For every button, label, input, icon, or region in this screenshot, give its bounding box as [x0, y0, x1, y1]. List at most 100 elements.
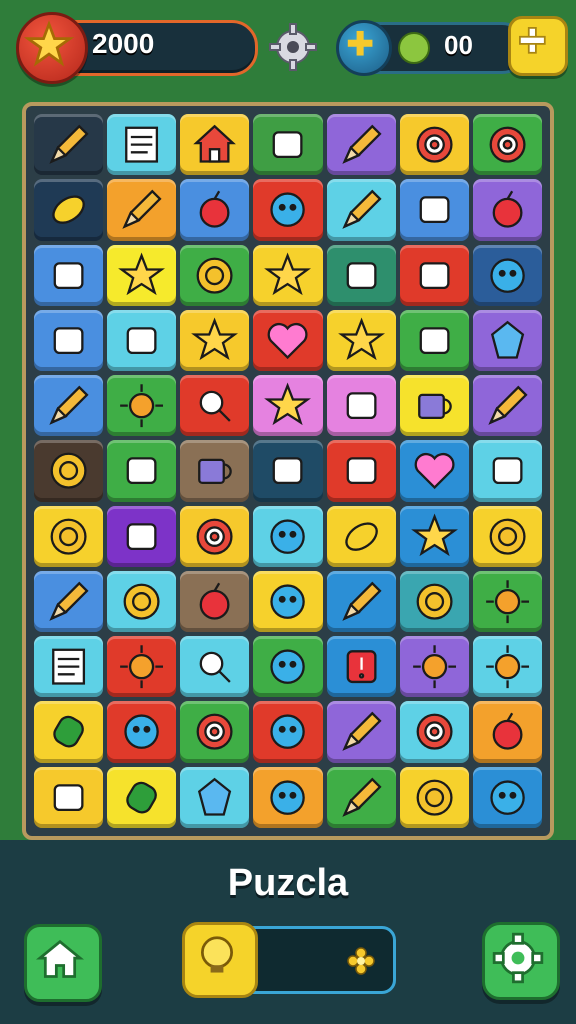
- settings-button[interactable]: [482, 922, 560, 1000]
- tile-planet-icon[interactable]: [472, 766, 542, 828]
- tile-crystal-icon[interactable]: [180, 766, 250, 828]
- lightbulb-icon[interactable]: [182, 922, 258, 998]
- thumb-icon: [273, 457, 303, 485]
- tile-face-icon[interactable]: [472, 244, 542, 306]
- tile-pencil-icon[interactable]: [326, 766, 396, 828]
- tile-folder-icon[interactable]: [399, 244, 469, 306]
- tile-planet-icon[interactable]: [253, 766, 323, 828]
- tile-apple-icon[interactable]: [472, 179, 542, 241]
- tile-berry-icon[interactable]: [180, 179, 250, 241]
- tile-can-icon[interactable]: [107, 766, 177, 828]
- box-icon: [346, 261, 377, 289]
- coin-value: 00: [444, 30, 473, 60]
- tile-star-icon[interactable]: [253, 244, 323, 306]
- blob-icon: [270, 714, 306, 750]
- tile-star-icon[interactable]: [399, 505, 469, 567]
- tile-puzzle-icon[interactable]: [326, 375, 396, 437]
- tile-crown-icon[interactable]: [107, 440, 177, 502]
- tile-card-icon[interactable]: [399, 309, 469, 372]
- tile-sun-icon[interactable]: [107, 375, 177, 437]
- coin-icon: [416, 583, 453, 620]
- tile-mug-icon[interactable]: [180, 440, 250, 502]
- tile-search-icon[interactable]: [180, 636, 250, 698]
- tile-alert-icon[interactable]: [326, 636, 396, 698]
- tile-blob-icon[interactable]: [253, 701, 323, 763]
- tile-house-icon[interactable]: [180, 114, 250, 176]
- pencil-icon: [342, 581, 382, 621]
- tile-ring-icon[interactable]: [107, 570, 177, 633]
- ring-icon: [123, 583, 160, 620]
- tile-gem-icon[interactable]: [472, 309, 542, 372]
- tile-brush-icon[interactable]: [107, 505, 177, 567]
- tile-target-icon[interactable]: [180, 505, 250, 567]
- gear-icon[interactable]: [266, 20, 320, 74]
- tile-chart-icon[interactable]: [34, 636, 104, 698]
- tile-pencil-icon[interactable]: [107, 179, 177, 241]
- tile-capsule-icon[interactable]: [34, 701, 104, 763]
- heart-icon: [268, 322, 308, 359]
- tile-bubble-icon[interactable]: [253, 636, 323, 698]
- tile-sun-icon[interactable]: [107, 636, 177, 698]
- tile-pencil-icon[interactable]: [326, 701, 396, 763]
- tile-star-icon[interactable]: [253, 375, 323, 437]
- tile-flower-icon[interactable]: [399, 636, 469, 698]
- tile-target-icon[interactable]: [472, 114, 542, 176]
- tile-leaf-icon[interactable]: [34, 179, 104, 241]
- tile-thumb-icon[interactable]: [253, 440, 323, 502]
- tile-pencil-icon[interactable]: [326, 114, 396, 176]
- tile-heart-icon[interactable]: [253, 309, 323, 372]
- tile-coin-icon[interactable]: [472, 505, 542, 567]
- tile-cap-icon[interactable]: [107, 309, 177, 372]
- tile-gift-icon[interactable]: [253, 114, 323, 176]
- tile-search-icon[interactable]: [180, 375, 250, 437]
- tile-lemon-icon[interactable]: [399, 766, 469, 828]
- tile-bubble-icon[interactable]: [253, 505, 323, 567]
- tile-splat-icon[interactable]: [472, 570, 542, 633]
- tile-star-icon[interactable]: [326, 309, 396, 372]
- tile-compass-icon[interactable]: [399, 701, 469, 763]
- tile-heart-icon[interactable]: [399, 440, 469, 502]
- tile-ring-icon[interactable]: [180, 244, 250, 306]
- target-icon: [489, 126, 526, 163]
- add-coins-button[interactable]: [508, 16, 568, 76]
- tile-pencil-icon[interactable]: [34, 570, 104, 633]
- tile-ring-icon[interactable]: [34, 440, 104, 502]
- tile-apple-icon[interactable]: [472, 701, 542, 763]
- tile-splat-icon[interactable]: [472, 636, 542, 698]
- tile-burger-icon[interactable]: [34, 766, 104, 828]
- tile-pencil-icon[interactable]: [34, 375, 104, 437]
- tile-coin-icon[interactable]: [34, 505, 104, 567]
- target-icon: [196, 518, 233, 555]
- tile-berry-icon[interactable]: [180, 570, 250, 633]
- search-icon: [199, 390, 231, 422]
- tile-leaf-icon[interactable]: [326, 505, 396, 567]
- tile-bubble-icon[interactable]: [253, 570, 323, 633]
- tile-pin-icon[interactable]: [34, 244, 104, 306]
- tile-pencil-icon[interactable]: [34, 114, 104, 176]
- pencil-icon: [122, 189, 162, 230]
- tile-globe-icon[interactable]: [253, 179, 323, 241]
- tile-pencil-icon[interactable]: [326, 570, 396, 633]
- alert-icon: [346, 650, 377, 684]
- star-icon: [337, 317, 385, 360]
- tile-document-icon[interactable]: [107, 114, 177, 176]
- tile-target-icon[interactable]: [180, 701, 250, 763]
- tile-pin-icon[interactable]: [34, 309, 104, 372]
- tile-compass-icon[interactable]: [399, 114, 469, 176]
- tile-robot-icon[interactable]: [472, 440, 542, 502]
- tile-box-icon[interactable]: [326, 244, 396, 306]
- bubble-icon: [270, 649, 306, 685]
- tile-coin-icon[interactable]: [399, 570, 469, 633]
- tile-mug-icon[interactable]: [399, 375, 469, 437]
- top-hud: 2000 00: [0, 0, 576, 92]
- home-button[interactable]: [24, 924, 102, 1002]
- tile-tag-icon[interactable]: [326, 440, 396, 502]
- star-icon: [191, 317, 239, 360]
- tile-pencil-icon[interactable]: [326, 179, 396, 241]
- tile-star-icon[interactable]: [107, 244, 177, 306]
- tile-potion-icon[interactable]: [399, 179, 469, 241]
- tile-face-icon[interactable]: [107, 701, 177, 763]
- pencil-icon: [342, 712, 382, 752]
- tile-star-icon[interactable]: [180, 309, 250, 372]
- tile-pencil-icon[interactable]: [472, 375, 542, 437]
